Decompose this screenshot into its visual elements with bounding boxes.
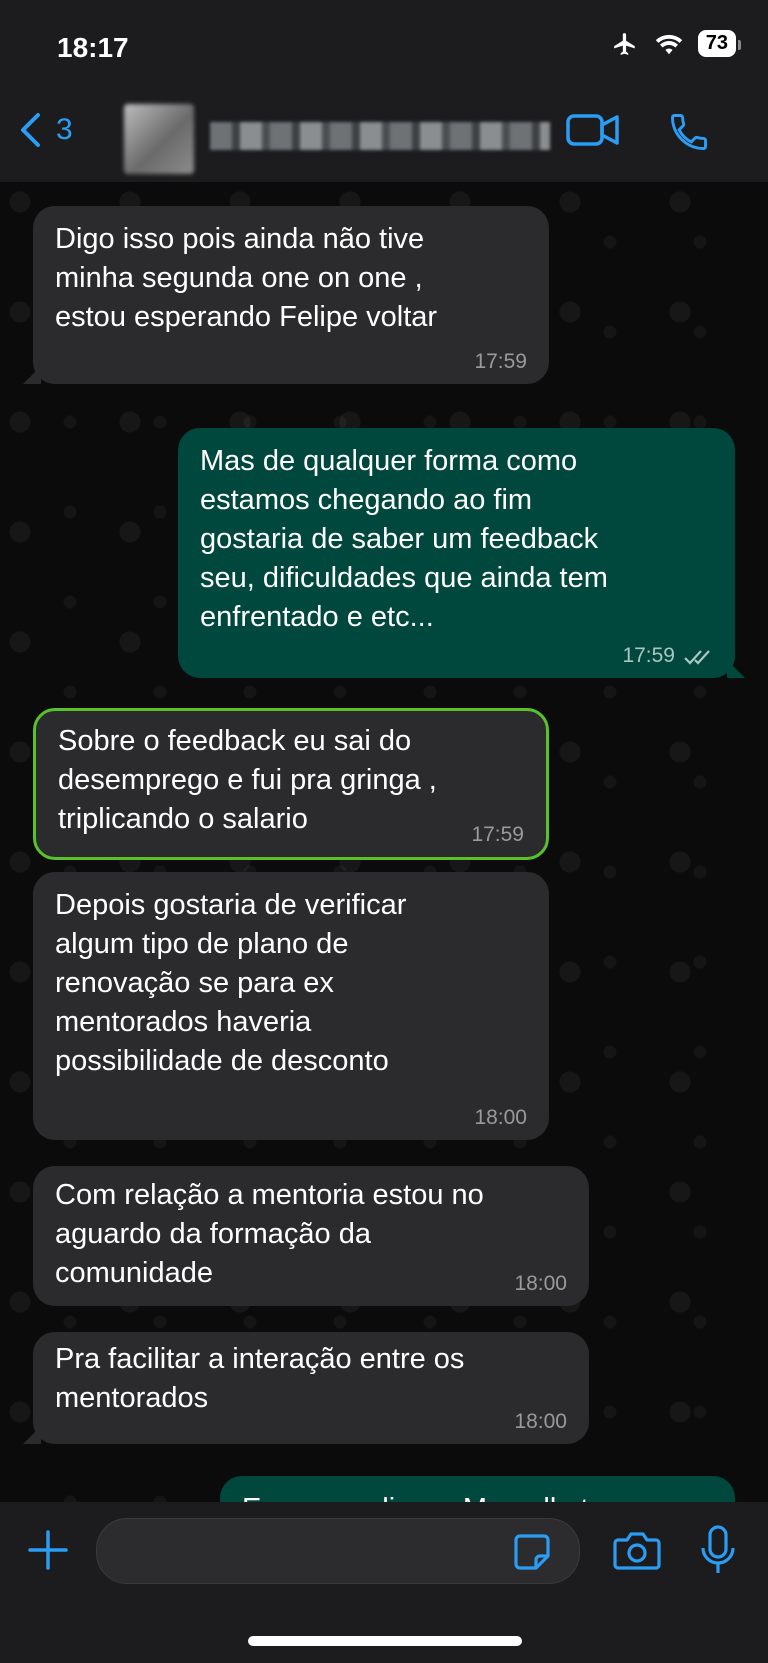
airplane-icon [613, 32, 635, 55]
message-text: Pra facilitar a interação entre os mento… [55, 1343, 465, 1414]
message-incoming[interactable]: Pra facilitar a interação entre os mento… [23, 1332, 589, 1444]
voice-call-button[interactable] [665, 110, 713, 159]
chevron-left-icon [21, 113, 40, 147]
status-icons: 73 [610, 30, 742, 57]
message-time: 17:59 [474, 350, 527, 373]
composer-bar [0, 1502, 768, 1663]
video-camera-icon [566, 114, 619, 146]
message-time: 18:00 [514, 1410, 567, 1433]
camera-icon [613, 1532, 661, 1570]
chat-area[interactable]: Digo isso pois ainda não tive minha segu… [0, 182, 768, 1502]
message-incoming-highlighted[interactable]: Sobre o feedback eu sai do desemprego e … [33, 708, 549, 860]
message-outgoing[interactable]: Eu vou pedir pra Marcelle te [220, 1476, 735, 1502]
microphone-icon [701, 1525, 735, 1573]
avatar[interactable] [124, 104, 194, 174]
back-button[interactable]: 3 [18, 112, 73, 148]
message-text: Mas de qualquer forma como estamos chega… [200, 445, 608, 633]
message-text: Depois gostaria de verificar algum tipo … [55, 889, 407, 1077]
bubble-tail [727, 660, 745, 678]
message-incoming[interactable]: Digo isso pois ainda não tive minha segu… [23, 206, 549, 384]
battery-indicator: 73 [697, 30, 742, 57]
message-time: 17:59 [471, 823, 524, 846]
bubble-tail [23, 366, 41, 384]
message-text: Eu vou pedir pra Marcelle te [220, 1476, 735, 1502]
sticker-button[interactable] [512, 1532, 552, 1577]
wifi-icon [655, 34, 682, 54]
message-incoming[interactable]: Depois gostaria de verificar algum tipo … [33, 872, 549, 1140]
chat-header: 18:17 73 3 ██████████ [0, 0, 768, 182]
message-outgoing[interactable]: Mas de qualquer forma como estamos chega… [178, 428, 745, 678]
message-time: 18:00 [514, 1272, 567, 1295]
message-incoming[interactable]: Com relação a mentoria estou no aguardo … [33, 1166, 589, 1306]
message-text: Com relação a mentoria estou no aguardo … [55, 1179, 484, 1289]
phone-icon [671, 114, 707, 150]
mic-button[interactable] [700, 1524, 736, 1581]
message-time: 18:00 [474, 1106, 527, 1129]
message-input[interactable] [96, 1518, 580, 1584]
double-check-icon [684, 650, 710, 665]
bubble-tail [23, 1426, 41, 1444]
video-call-button[interactable] [565, 110, 621, 155]
unread-count: 3 [56, 113, 73, 146]
message-text: Sobre o feedback eu sai do desemprego e … [58, 725, 437, 835]
home-indicator [248, 1636, 522, 1646]
attach-button[interactable] [26, 1528, 70, 1577]
camera-button[interactable] [612, 1528, 662, 1577]
message-time: 17:59 [622, 644, 675, 667]
sticker-icon [514, 1534, 550, 1570]
status-time: 18:17 [57, 32, 129, 63]
contact-name[interactable]: ██████████ [210, 122, 550, 150]
plus-icon [28, 1530, 68, 1570]
message-text: Digo isso pois ainda não tive minha segu… [55, 223, 438, 333]
